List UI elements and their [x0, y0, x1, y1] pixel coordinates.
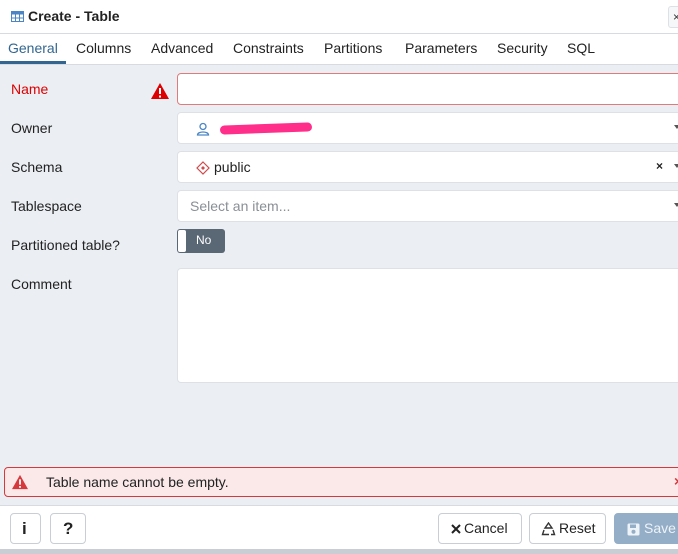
error-alert: Table name cannot be empty. × [4, 467, 678, 497]
close-dialog-button[interactable]: × [668, 6, 678, 28]
schema-label: Schema [11, 159, 63, 175]
save-button[interactable]: Save [614, 513, 678, 544]
tab-bar: General Columns Advanced Constraints Par… [0, 34, 678, 65]
close-alert-icon[interactable]: × [674, 473, 678, 489]
reset-label: Reset [559, 520, 596, 536]
toggle-state-text: No [196, 233, 212, 247]
chevron-down-icon [674, 203, 678, 207]
tab-constraints[interactable]: Constraints [233, 40, 304, 56]
chevron-down-icon [674, 164, 678, 168]
cancel-button[interactable]: Cancel [438, 513, 522, 544]
tab-columns[interactable]: Columns [76, 40, 131, 56]
comment-textarea[interactable] [177, 268, 678, 383]
info-button[interactable]: i [10, 513, 41, 544]
tab-general[interactable]: General [8, 40, 58, 56]
info-icon: i [22, 519, 27, 538]
cancel-label: Cancel [464, 520, 508, 536]
tablespace-placeholder: Select an item... [190, 198, 291, 214]
tablespace-label: Tablespace [11, 198, 82, 214]
tab-parameters[interactable]: Parameters [405, 40, 477, 56]
help-icon: ? [63, 519, 74, 538]
tab-partitions[interactable]: Partitions [324, 40, 382, 56]
dialog-footer: i ? Cancel Reset Save [0, 505, 678, 554]
clear-selection-icon[interactable]: × [656, 159, 663, 173]
owner-label: Owner [11, 120, 53, 136]
name-input[interactable] [177, 73, 678, 105]
dialog-titlebar: Create - Table × [0, 0, 678, 34]
tablespace-select[interactable]: Select an item... [177, 190, 678, 222]
owner-select[interactable] [177, 112, 678, 144]
dialog-bottom-edge [0, 549, 678, 554]
active-tab-indicator [0, 61, 66, 64]
tab-sql[interactable]: SQL [567, 40, 595, 56]
save-label: Save [644, 520, 676, 536]
schema-value: public [214, 159, 251, 175]
toggle-knob [178, 230, 186, 252]
comment-label: Comment [11, 276, 72, 292]
schema-select[interactable]: public × [177, 151, 678, 183]
table-icon [11, 11, 24, 22]
schema-diamond-icon [196, 161, 210, 175]
floppy-disk-icon [627, 523, 640, 536]
warning-triangle-icon [151, 83, 169, 99]
warning-triangle-icon [12, 474, 28, 490]
error-message: Table name cannot be empty. [46, 474, 229, 490]
close-icon [451, 524, 461, 534]
dialog-title: Create - Table [28, 8, 120, 24]
partitioned-toggle[interactable]: No [177, 229, 225, 253]
reset-button[interactable]: Reset [529, 513, 606, 544]
chevron-down-icon [674, 125, 678, 129]
tab-advanced[interactable]: Advanced [151, 40, 213, 56]
help-button[interactable]: ? [50, 513, 86, 544]
partitioned-label: Partitioned table? [11, 237, 120, 253]
redacted-owner-value [219, 122, 313, 135]
user-icon [196, 122, 210, 136]
recycle-icon [541, 522, 556, 536]
tab-security[interactable]: Security [497, 40, 548, 56]
name-label: Name [11, 81, 49, 97]
